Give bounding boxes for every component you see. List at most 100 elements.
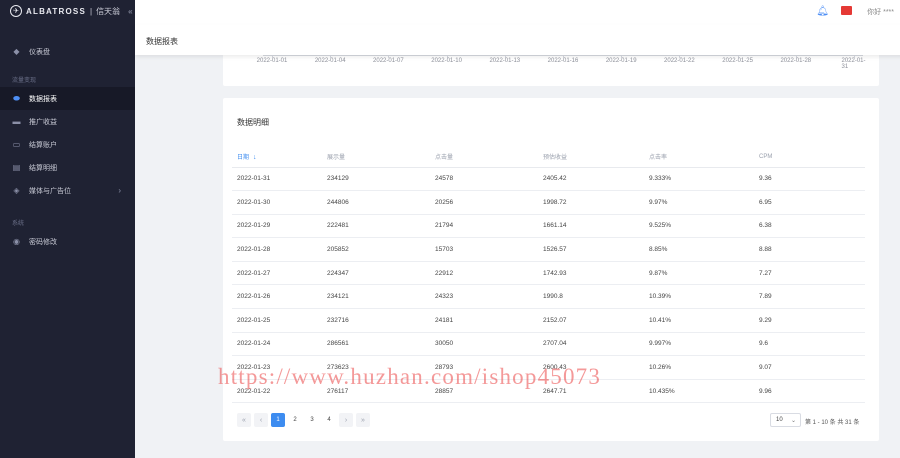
page-button-1[interactable]: 1: [271, 413, 285, 427]
x-tick-label: 2022-01-07: [373, 58, 404, 64]
sidebar-item-change-password[interactable]: ◉ 密码修改: [0, 230, 135, 253]
table-cell: 2022-01-26: [232, 284, 322, 310]
table-cell: 2022-01-24: [232, 332, 322, 357]
table-cell: 2647.71: [538, 379, 644, 404]
table-cell: 10.435%: [644, 379, 754, 404]
table-cell: 9.87%: [644, 261, 754, 286]
table-cell: 9.97%: [644, 190, 754, 215]
table-cell: 276117: [322, 379, 430, 404]
table-cell: 224347: [322, 261, 430, 286]
table-cell: 22912: [430, 261, 538, 286]
table-row: 2022-01-24 286561 30050 2707.04 9.997% 9.6: [232, 332, 865, 357]
page-button-2[interactable]: 2: [288, 413, 302, 427]
x-tick-label: 2022-01-13: [489, 58, 521, 64]
column-header-revenue[interactable]: 预估收益: [538, 147, 644, 168]
x-tick-label: 2022-01-22: [664, 58, 695, 64]
page-button-3[interactable]: 3: [305, 413, 319, 427]
sidebar-item-settlement-account[interactable]: ▭ 结算账户: [0, 133, 135, 156]
receipt-icon: ▤: [12, 163, 21, 172]
table-cell: 9.96: [754, 379, 865, 404]
sidebar-item-settlement-detail[interactable]: ▤ 结算明细: [0, 156, 135, 179]
sidebar-item-earnings[interactable]: ▬ 推广收益: [0, 110, 135, 133]
column-header-date[interactable]: 日期 ↓: [232, 147, 322, 168]
sidebar: ✈ ALBATROSS | 信天翁 « ◆ 仪表盘 流量变现 ⬬ 数据报表 ▬ …: [0, 0, 135, 458]
logo: ✈ ALBATROSS | 信天翁 «: [0, 0, 135, 22]
table-wrapper: 日期 ↓ 展示量 点击量 预估收益 点击率 CPM 2022-01-31 23412…: [232, 147, 865, 404]
table-cell: 8.85%: [644, 237, 754, 262]
table-cell: 24323: [430, 284, 538, 310]
data-detail-card: 数据明细 日期 ↓ 展示量 点击量 预估收益 点击率 CPM 2022-01-31…: [223, 98, 879, 441]
page-size-select[interactable]: 10 ⌄: [770, 413, 801, 427]
column-header-clicks[interactable]: 点击量: [430, 147, 538, 168]
x-tick-label: 2022-01-04: [314, 58, 346, 64]
table-cell: 24578: [430, 167, 538, 192]
chevron-double-left-icon[interactable]: «: [128, 7, 132, 16]
table-cell: 9.07: [754, 355, 865, 380]
pagination: « ‹ 1 2 3 4 › »: [237, 413, 370, 427]
card-title: 数据明细: [237, 118, 269, 127]
x-tick-label: 2022-01-01: [256, 58, 288, 64]
table-cell: 1742.93: [538, 261, 644, 286]
table-cell: 2022-01-23: [232, 355, 322, 380]
card-icon: ▭: [12, 140, 21, 149]
chevron-left-icon[interactable]: ‹: [254, 413, 268, 427]
sidebar-item-data-report[interactable]: ⬬ 数据报表: [0, 87, 135, 110]
table-cell: 2405.42: [538, 167, 644, 192]
sidebar-group-system: 系统: [12, 220, 25, 227]
table-row: 2022-01-26 234121 24323 1990.8 10.39% 7.89: [232, 284, 865, 310]
table-cell: 2022-01-27: [232, 261, 322, 286]
table-cell: 2022-01-31: [232, 167, 322, 192]
page-button-4[interactable]: 4: [322, 413, 336, 427]
brand-name: ALBATROSS: [26, 6, 86, 16]
table-row: 2022-01-28 205852 15703 1526.57 8.85% 8.88: [232, 237, 865, 262]
sidebar-item-dashboard[interactable]: ◆ 仪表盘: [0, 40, 135, 63]
table-cell: 234129: [322, 167, 430, 192]
table-row: 2022-01-27 224347 22912 1742.93 9.87% 7.27: [232, 261, 865, 286]
arrow-down-icon[interactable]: ↓: [253, 154, 257, 161]
double-chevron-left-icon[interactable]: «: [237, 413, 251, 427]
table-cell: 234121: [322, 284, 430, 310]
chevron-right-icon[interactable]: ›: [339, 413, 353, 427]
sidebar-item-media-ad-slots[interactable]: ◈ 媒体与广告位 ›: [0, 179, 135, 202]
table-cell: 2600.43: [538, 355, 644, 380]
table-cell: 30050: [430, 332, 538, 357]
table-cell: 7.89: [754, 284, 865, 310]
x-tick-label: 2022-01-10: [431, 58, 462, 64]
table-cell: 9.333%: [644, 167, 754, 192]
table-cell: 9.6: [754, 332, 865, 357]
table-cell: 8.88: [754, 237, 865, 262]
table-cell: 2022-01-30: [232, 190, 322, 215]
table-cell: 21794: [430, 214, 538, 239]
table-cell: 9.997%: [644, 332, 754, 357]
table-cell: 273623: [322, 355, 430, 380]
bell-icon[interactable]: 🔔︎: [816, 6, 829, 17]
x-tick-label: 2022-01-28: [780, 58, 812, 64]
data-table: 日期 ↓ 展示量 点击量 预估收益 点击率 CPM 2022-01-31 23412…: [232, 147, 865, 404]
table-cell: 9.36: [754, 167, 865, 192]
double-chevron-right-icon[interactable]: »: [356, 413, 370, 427]
table-cell: 15703: [430, 237, 538, 262]
table-cell: 6.38: [754, 214, 865, 239]
x-tick-label: 2022-01-19: [605, 58, 637, 64]
user-greeting[interactable]: 你好 ****: [867, 7, 894, 17]
sidebar-group-monetization: 流量变现: [12, 77, 37, 84]
table-header-row: 日期 ↓ 展示量 点击量 预估收益 点击率 CPM: [232, 147, 865, 168]
table-row: 2022-01-22 276117 28857 2647.71 10.435% 9.96: [232, 379, 865, 404]
toggle-icon: ⬬: [13, 93, 20, 103]
table-cell: 2707.04: [538, 332, 644, 357]
china-flag-icon[interactable]: [841, 6, 852, 15]
column-header-ctr[interactable]: 点击率: [644, 147, 754, 168]
brand-sub: 信天翁: [96, 6, 121, 16]
sidebar-item-label: 仪表盘: [29, 48, 50, 56]
x-tick-label: 2022-01-16: [547, 58, 579, 64]
table-cell: 244806: [322, 190, 430, 215]
table-cell: 2022-01-25: [232, 308, 322, 333]
brand-separator: |: [89, 6, 93, 16]
sidebar-item-label: 结算明细: [29, 164, 57, 172]
table-cell: 10.39%: [644, 284, 754, 310]
x-tick-label: 2022-01-31: [841, 58, 866, 70]
table-cell: 28857: [430, 379, 538, 404]
column-header-impressions[interactable]: 展示量: [322, 147, 430, 168]
table-cell: 1661.14: [538, 214, 644, 239]
column-header-cpm[interactable]: CPM: [754, 147, 865, 168]
